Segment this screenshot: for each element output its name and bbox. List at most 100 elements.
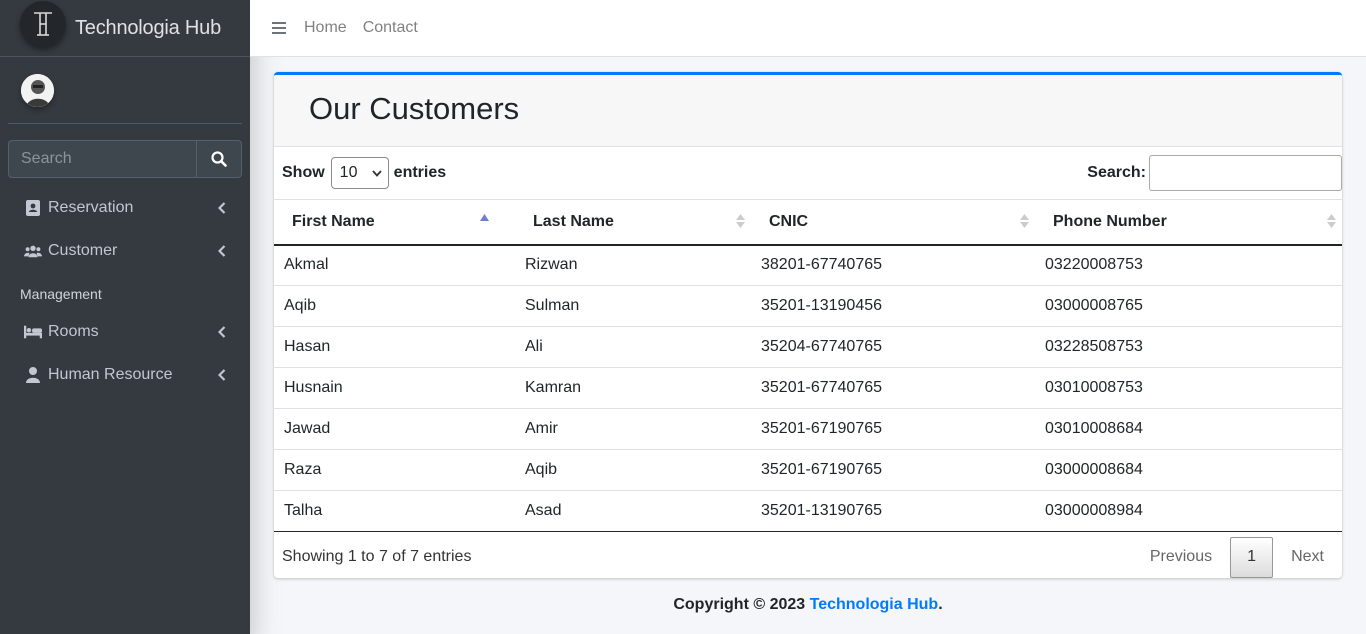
chevron-left-icon [218, 202, 226, 214]
table-row: Husnain Kamran 35201-67740765 0301000875… [274, 367, 1342, 409]
cell-first-name: Akmal [274, 244, 515, 286]
copyright-period: . [938, 596, 943, 613]
sidebar-item-label: Human Resource [48, 366, 173, 383]
pagination-previous[interactable]: Previous [1132, 548, 1230, 566]
cell-phone: 03000008765 [1035, 285, 1342, 327]
cell-last-name: Aqib [515, 449, 751, 491]
column-header-label: Phone Number [1053, 212, 1167, 230]
avatar[interactable] [21, 73, 54, 107]
cell-phone: 03010008753 [1035, 367, 1342, 409]
sidebar: Technologia Hub Reservation [0, 0, 250, 634]
sidebar-header-management: Management [20, 286, 102, 302]
entries-select-value: 10 [339, 164, 358, 181]
cell-last-name: Rizwan [515, 244, 751, 286]
table-row: Jawad Amir 35201-67190765 03010008684 [274, 408, 1342, 450]
card-header: Our Customers [274, 75, 1342, 147]
entries-select[interactable]: 10 [330, 157, 389, 189]
cell-phone: 03220008753 [1035, 244, 1342, 286]
column-header-phone-number[interactable]: Phone Number [1035, 200, 1342, 245]
sort-icon [736, 214, 745, 228]
sort-icon [1327, 214, 1336, 228]
sidebar-search-input[interactable] [8, 140, 196, 178]
page-footer: Copyright © 2023 Technologia Hub. [250, 596, 1366, 614]
cell-phone: 03228508753 [1035, 326, 1342, 368]
search-icon [211, 151, 227, 167]
cell-cnic: 38201-67740765 [751, 244, 1035, 286]
sidebar-item-label: Customer [48, 242, 118, 259]
cell-phone: 03000008984 [1035, 490, 1342, 532]
table-row: Aqib Sulman 35201-13190456 03000008765 [274, 285, 1342, 327]
nav-link-home[interactable]: Home [304, 19, 347, 37]
customers-table: First Name Last Name CNIC Phone Number A… [274, 199, 1342, 532]
pagination-next[interactable]: Next [1273, 548, 1342, 566]
cell-cnic: 35201-67190765 [751, 408, 1035, 450]
table-header-row: First Name Last Name CNIC Phone Number [274, 199, 1342, 245]
pagination-page-1[interactable]: 1 [1230, 536, 1274, 578]
table-row: Akmal Rizwan 38201-67740765 03220008753 [274, 244, 1342, 286]
sidebar-item-reservation[interactable]: Reservation [8, 188, 242, 228]
sort-asc-icon [480, 214, 489, 221]
brand-link[interactable]: Technologia Hub [0, 0, 250, 57]
user-icon [24, 367, 42, 383]
cell-first-name: Husnain [274, 367, 515, 409]
cell-cnic: 35201-13190765 [751, 490, 1035, 532]
hamburger-menu-icon[interactable] [272, 22, 292, 34]
avatar-image [21, 73, 54, 107]
copyright-brand-link[interactable]: Technologia Hub [810, 596, 939, 613]
chevron-down-icon [371, 169, 382, 177]
bed-icon [24, 325, 42, 339]
cell-last-name: Asad [515, 490, 751, 532]
copyright-text: Copyright © 2023 [673, 596, 810, 613]
users-icon [24, 244, 42, 258]
cell-last-name: Ali [515, 326, 751, 368]
cell-cnic: 35204-67740765 [751, 326, 1035, 368]
brand-text: Technologia Hub [75, 16, 221, 39]
table-search: Search: [1087, 155, 1342, 191]
table-row: Talha Asad 35201-13190765 03000008984 [274, 490, 1342, 532]
sidebar-item-rooms[interactable]: Rooms [8, 312, 242, 352]
page-title: Our Customers [309, 90, 520, 126]
sidebar-item-label: Reservation [48, 199, 134, 216]
pagination: Previous 1 Next [1132, 536, 1342, 578]
user-panel [8, 57, 242, 124]
cell-phone: 03000008684 [1035, 449, 1342, 491]
table-footer: Showing 1 to 7 of 7 entries Previous 1 N… [274, 532, 1342, 578]
sidebar-item-label: Rooms [48, 323, 99, 340]
cell-first-name: Talha [274, 490, 515, 532]
cell-first-name: Hasan [274, 326, 515, 368]
show-label: Show [282, 164, 325, 181]
entries-label: entries [393, 164, 447, 181]
table-info: Showing 1 to 7 of 7 entries [282, 548, 472, 565]
entries-length: Show 10 entries [282, 157, 446, 189]
sidebar-item-human-resource[interactable]: Human Resource [8, 355, 242, 395]
cell-first-name: Aqib [274, 285, 515, 327]
brand-logo-icon [34, 12, 52, 36]
cell-cnic: 35201-13190456 [751, 285, 1035, 327]
column-header-last-name[interactable]: Last Name [515, 200, 751, 245]
cell-first-name: Raza [274, 449, 515, 491]
column-header-label: First Name [292, 212, 375, 230]
cell-first-name: Jawad [274, 408, 515, 450]
column-header-cnic[interactable]: CNIC [751, 200, 1035, 245]
column-header-first-name[interactable]: First Name [274, 200, 515, 245]
table-search-label: Search: [1087, 164, 1146, 181]
cell-last-name: Amir [515, 408, 751, 450]
nav-link-contact[interactable]: Contact [363, 19, 418, 37]
table-row: Raza Aqib 35201-67190765 03000008684 [274, 449, 1342, 491]
sidebar-search-button[interactable] [196, 140, 242, 178]
chevron-left-icon [218, 245, 226, 257]
cell-last-name: Kamran [515, 367, 751, 409]
sidebar-item-customer[interactable]: Customer [8, 231, 242, 271]
chevron-left-icon [218, 326, 226, 338]
top-navbar: Home Contact [250, 0, 1366, 57]
column-header-label: Last Name [533, 212, 614, 230]
sort-icon [1020, 214, 1029, 228]
id-card-icon [24, 200, 42, 216]
cell-cnic: 35201-67190765 [751, 449, 1035, 491]
chevron-left-icon [218, 369, 226, 381]
cell-cnic: 35201-67740765 [751, 367, 1035, 409]
cell-phone: 03010008684 [1035, 408, 1342, 450]
sidebar-search [8, 140, 242, 178]
cell-last-name: Sulman [515, 285, 751, 327]
table-search-input[interactable] [1149, 155, 1342, 191]
